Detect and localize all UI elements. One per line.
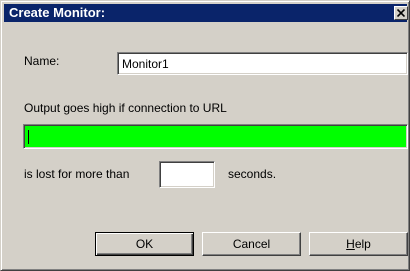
cancel-button-label: Cancel xyxy=(232,237,271,251)
help-button-label: elp xyxy=(354,237,371,251)
cancel-button[interactable]: Cancel xyxy=(202,232,301,256)
help-button[interactable]: Help xyxy=(309,232,408,256)
lost-duration-label: is lost for more than xyxy=(24,167,130,181)
seconds-label: seconds. xyxy=(228,167,277,181)
name-label: Name: xyxy=(24,54,60,68)
ok-button[interactable]: OK xyxy=(95,232,194,256)
create-monitor-dialog: Create Monitor: Name: Monitor1 Output go… xyxy=(0,0,410,271)
title-bar[interactable]: Create Monitor: xyxy=(4,4,408,22)
close-button[interactable] xyxy=(394,6,408,20)
dialog-title: Create Monitor: xyxy=(9,5,106,20)
text-caret xyxy=(28,130,29,144)
help-button-mnemonic: H xyxy=(346,237,355,251)
close-icon xyxy=(397,9,405,17)
output-description-label: Output goes high if connection to URL xyxy=(24,101,227,115)
ok-button-label: OK xyxy=(135,237,154,251)
url-field[interactable] xyxy=(23,124,408,149)
name-field[interactable]: Monitor1 xyxy=(117,52,408,75)
seconds-field[interactable] xyxy=(159,161,215,188)
